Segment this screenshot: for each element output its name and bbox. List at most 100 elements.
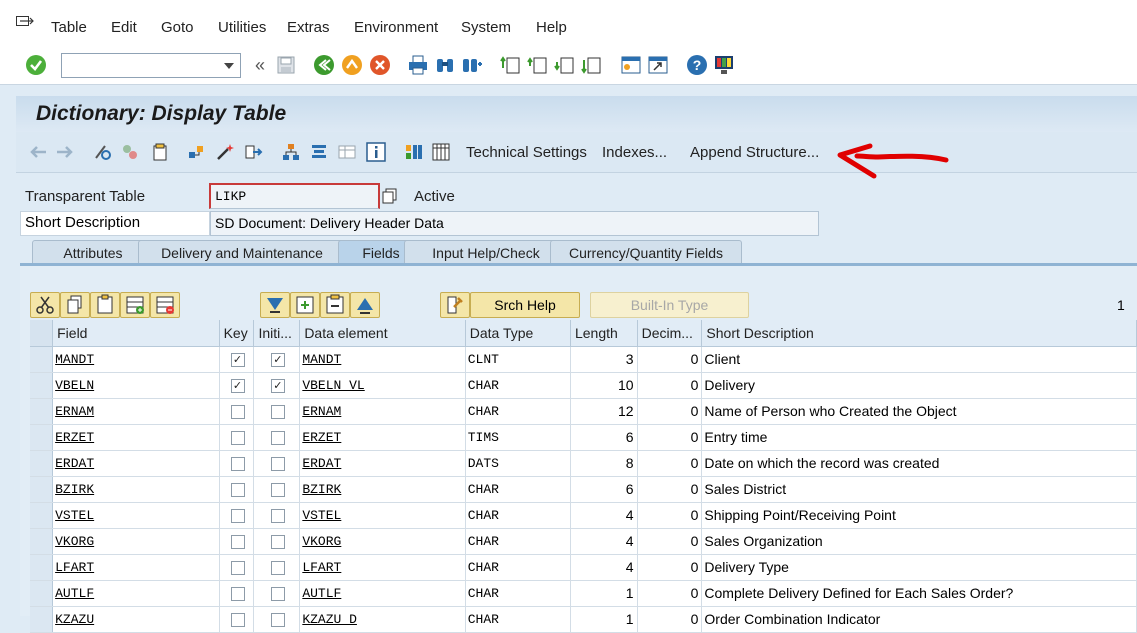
search-help-icon[interactable] xyxy=(440,292,470,318)
key-checkbox[interactable] xyxy=(230,483,245,498)
row-selector[interactable] xyxy=(30,346,54,373)
data-element-link[interactable]: KZAZU_D xyxy=(302,612,357,627)
field-name[interactable]: VKORG xyxy=(55,534,94,549)
key-checkbox[interactable] xyxy=(230,431,245,446)
field-name[interactable]: BZIRK xyxy=(55,482,94,497)
key-checkbox[interactable] xyxy=(230,457,245,472)
field-name-cell[interactable]: VBELN xyxy=(52,372,220,399)
column-header-key[interactable]: Key xyxy=(219,320,255,347)
menu-help[interactable]: Help xyxy=(536,19,567,36)
column-header-initial[interactable]: Initi... xyxy=(253,320,301,347)
where-used-icon[interactable] xyxy=(150,142,170,162)
last-page-icon[interactable] xyxy=(581,54,603,76)
print-icon[interactable] xyxy=(407,54,429,76)
first-page-icon[interactable] xyxy=(500,54,522,76)
data-element-link[interactable]: LFART xyxy=(302,560,341,575)
data-element-link[interactable]: ERNAM xyxy=(302,404,341,419)
row-selector[interactable] xyxy=(30,372,54,399)
short-desc-field[interactable]: SD Document: Delivery Header Data xyxy=(210,211,819,236)
field-name-cell[interactable]: ERNAM xyxy=(52,398,220,425)
key-checkbox[interactable] xyxy=(230,613,245,628)
select-all-cell[interactable] xyxy=(30,320,54,347)
key-checkbox[interactable] xyxy=(230,587,245,602)
column-header-field[interactable]: Field xyxy=(52,320,220,347)
column-header-data-type[interactable]: Data Type xyxy=(465,320,571,347)
previous-page-icon[interactable] xyxy=(527,54,549,76)
info-icon[interactable] xyxy=(366,142,386,162)
field-name-cell[interactable]: ERZET xyxy=(52,424,220,451)
field-name[interactable]: AUTLF xyxy=(55,586,94,601)
object-list-icon[interactable] xyxy=(187,142,207,162)
create-session-icon[interactable] xyxy=(620,54,642,76)
field-name[interactable]: ERZET xyxy=(55,430,94,445)
table-row[interactable]: VBELN ✓ ✓ VBELN_VL CHAR 10 0 Delivery xyxy=(30,372,1137,399)
display-change-icon[interactable] xyxy=(93,142,113,162)
menu-environment[interactable]: Environment xyxy=(354,19,438,36)
row-selector[interactable] xyxy=(30,554,54,581)
data-element-link[interactable]: VBELN_VL xyxy=(302,378,364,393)
cancel-icon[interactable] xyxy=(369,54,391,76)
field-name[interactable]: VSTEL xyxy=(55,508,94,523)
find-next-icon[interactable] xyxy=(461,54,483,76)
initial-checkbox[interactable] xyxy=(270,457,285,472)
key-checkbox[interactable] xyxy=(230,561,245,576)
field-name-cell[interactable]: AUTLF xyxy=(52,580,220,607)
initial-checkbox[interactable] xyxy=(270,561,285,576)
magic-wand-icon[interactable] xyxy=(215,142,235,162)
save-icon[interactable] xyxy=(275,54,297,76)
builtin-type-button[interactable]: Built-In Type xyxy=(590,292,749,318)
data-element-cell[interactable]: ERNAM xyxy=(299,398,466,425)
append-structure-button[interactable]: Append Structure... xyxy=(690,144,819,161)
chevron-down-icon[interactable] xyxy=(224,63,234,69)
initial-checkbox[interactable] xyxy=(270,613,285,628)
initial-checkbox[interactable]: ✓ xyxy=(270,353,285,368)
field-name-cell[interactable]: LFART xyxy=(52,554,220,581)
sort-down-icon[interactable] xyxy=(260,292,290,318)
initial-checkbox[interactable] xyxy=(270,483,285,498)
field-name-cell[interactable]: KZAZU xyxy=(52,606,220,633)
field-name-cell[interactable]: BZIRK xyxy=(52,476,220,503)
copy-row-icon[interactable] xyxy=(60,292,90,318)
menu-edit[interactable]: Edit xyxy=(111,19,137,36)
data-element-cell[interactable]: MANDT xyxy=(299,346,466,373)
data-element-link[interactable]: ERZET xyxy=(302,430,341,445)
tab-currency-quantity[interactable]: Currency/Quantity Fields xyxy=(550,240,742,264)
field-name[interactable]: MANDT xyxy=(55,352,94,367)
command-field[interactable] xyxy=(61,53,241,78)
initial-checkbox[interactable] xyxy=(270,587,285,602)
data-element-link[interactable]: AUTLF xyxy=(302,586,341,601)
command-input[interactable] xyxy=(66,55,216,77)
row-selector[interactable] xyxy=(30,502,54,529)
srch-help-button[interactable]: Srch Help xyxy=(470,292,580,318)
row-selector[interactable] xyxy=(30,424,54,451)
grid-icon[interactable] xyxy=(431,142,451,162)
table-row[interactable]: VSTEL VSTEL CHAR 4 0 Shipping Point/Receiving… xyxy=(30,502,1137,529)
key-checkbox[interactable]: ✓ xyxy=(230,353,245,368)
column-header-short-description[interactable]: Short Description xyxy=(701,320,1137,347)
menu-system[interactable]: System xyxy=(461,19,511,36)
initial-checkbox[interactable] xyxy=(270,405,285,420)
field-name-cell[interactable]: VSTEL xyxy=(52,502,220,529)
layout-icon[interactable] xyxy=(309,142,329,162)
table-row[interactable]: BZIRK BZIRK CHAR 6 0 Sales District xyxy=(30,476,1137,503)
row-selector[interactable] xyxy=(30,528,54,555)
sap-menu-icon[interactable] xyxy=(16,16,34,30)
initial-checkbox[interactable] xyxy=(270,509,285,524)
initial-checkbox[interactable] xyxy=(270,535,285,550)
field-name-cell[interactable]: ERDAT xyxy=(52,450,220,477)
back-arrows-icon[interactable]: « xyxy=(249,54,271,76)
technical-settings-button[interactable]: Technical Settings xyxy=(466,144,587,161)
tab-input-help-check[interactable]: Input Help/Check xyxy=(404,240,568,264)
back-icon[interactable] xyxy=(313,54,335,76)
table-row[interactable]: AUTLF AUTLF CHAR 1 0 Complete Delivery Define… xyxy=(30,580,1137,607)
row-selector[interactable] xyxy=(30,450,54,477)
field-name[interactable]: LFART xyxy=(55,560,94,575)
key-checkbox[interactable] xyxy=(230,405,245,420)
data-element-cell[interactable]: VSTEL xyxy=(299,502,466,529)
forward-arrow-icon[interactable] xyxy=(55,142,75,162)
table-name-field[interactable]: LIKP xyxy=(209,183,380,209)
key-checkbox[interactable]: ✓ xyxy=(230,379,245,394)
row-selector[interactable] xyxy=(30,606,54,633)
insert-row-icon[interactable] xyxy=(120,292,150,318)
enter-icon[interactable] xyxy=(25,54,47,76)
